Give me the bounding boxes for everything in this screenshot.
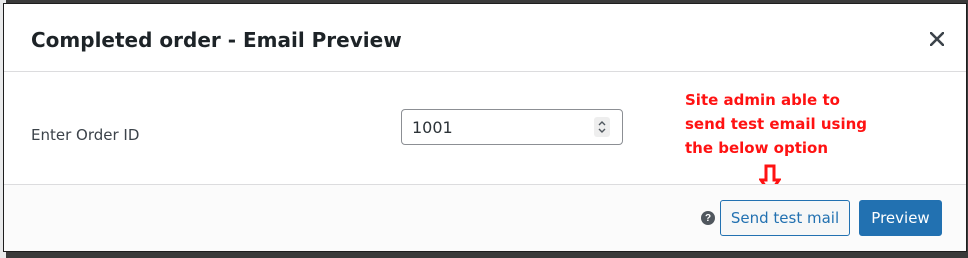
spinner-arrows-icon	[598, 121, 606, 133]
order-id-label: Enter Order ID	[31, 126, 140, 144]
order-id-value[interactable]: 1001	[412, 118, 453, 137]
order-id-input[interactable]: 1001	[401, 109, 623, 145]
annotation-line: Site admin able to	[685, 91, 840, 109]
modal-footer: ? Send test mail Preview	[4, 184, 966, 251]
send-test-mail-button[interactable]: Send test mail	[720, 200, 850, 236]
modal-title: Completed order - Email Preview	[31, 28, 402, 52]
annotation-line: send test email using	[685, 115, 867, 133]
email-preview-modal: Completed order - Email Preview Enter Or…	[3, 3, 967, 252]
annotation-line: the below option	[685, 139, 829, 157]
close-icon	[930, 32, 944, 46]
question-circle-icon[interactable]: ?	[701, 211, 715, 225]
preview-button[interactable]: Preview	[859, 200, 942, 236]
modal-header: Completed order - Email Preview	[4, 4, 966, 72]
admin-annotation: Site admin able to send test email using…	[685, 88, 885, 160]
number-spinner[interactable]	[594, 117, 610, 137]
close-button[interactable]	[922, 24, 952, 54]
